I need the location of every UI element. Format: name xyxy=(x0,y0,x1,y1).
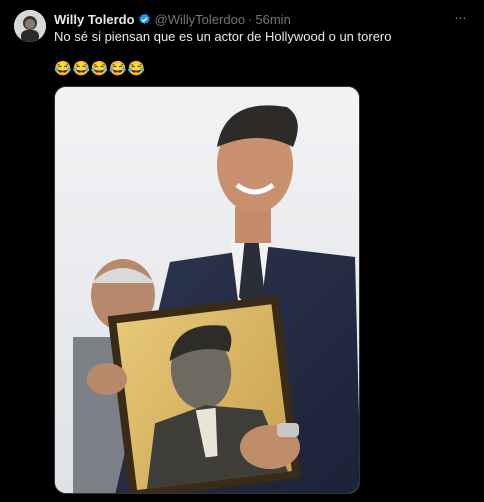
separator-dot: · xyxy=(248,11,253,27)
laughing-emoji: 😂 xyxy=(72,60,90,76)
tweet-text: No sé si piensan que es un actor de Holl… xyxy=(54,29,392,44)
tweet-timestamp[interactable]: 56min xyxy=(255,12,290,27)
author-handle[interactable]: @WillyTolerdoo xyxy=(155,12,246,27)
tweet[interactable]: Willy Tolerdo @WillyTolerdoo · 56min ···… xyxy=(0,0,484,502)
more-options-icon[interactable]: ··· xyxy=(450,9,470,27)
laughing-emoji: 😂 xyxy=(109,60,127,76)
tweet-header: Willy Tolerdo @WillyTolerdoo · 56min xyxy=(54,10,291,28)
author-avatar[interactable] xyxy=(14,10,46,42)
author-name[interactable]: Willy Tolerdo xyxy=(54,12,135,27)
laughing-emoji: 😂 xyxy=(54,60,72,76)
laughing-emoji: 😂 xyxy=(90,60,109,76)
verified-badge-icon xyxy=(138,13,151,26)
tweet-emojis: 😂 😂 😂 😂 😂 xyxy=(54,60,145,76)
laughing-emoji: 😂 xyxy=(127,60,146,76)
tweet-media-photo[interactable] xyxy=(54,86,360,494)
